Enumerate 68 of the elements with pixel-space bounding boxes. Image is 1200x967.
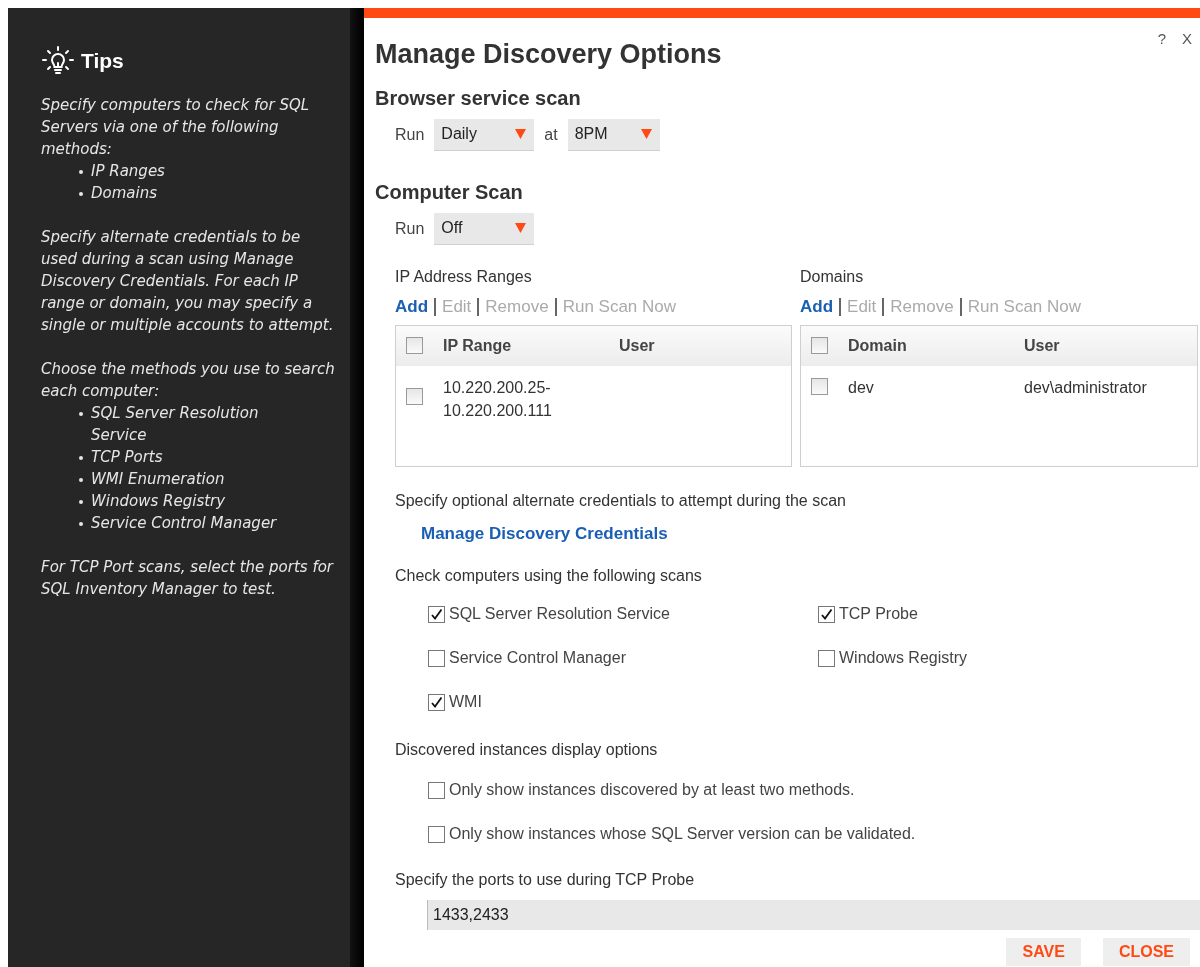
bullet-icon [79,170,83,174]
section-label: Check computers using the following scans [395,566,703,586]
table-cell-text: dev\administrator [1024,377,1147,398]
bullet-icon [79,192,83,196]
caret-icon [515,129,527,139]
checkbox[interactable] [811,337,828,354]
checkbox[interactable] [818,649,835,667]
checkbox[interactable] [818,605,835,623]
checkbox-label: SQL Server Resolution Service [449,604,670,624]
tip-bullet: SQL Server Resolution Service [91,403,260,446]
column-header: Domain [848,335,908,356]
action-link[interactable]: Add [395,298,429,315]
section-label: Domains [800,266,865,287]
checkbox[interactable] [428,825,445,843]
tip-bullet: IP Ranges [91,161,165,182]
run-label: Run [395,124,425,145]
checkbox-label: Only show instances discovered by at least two methods. [449,780,855,800]
checkbox[interactable] [811,377,828,395]
tip-bullet: WMI Enumeration [91,469,225,490]
tip-text: For TCP Port scans, select the ports for SQL Inventory Manager to test. [41,557,335,600]
table-cell-text: dev [848,377,875,398]
tip-bullet: Service Control Manager [91,513,277,534]
checkbox[interactable] [428,605,445,623]
help-button[interactable]: ? [1157,28,1166,51]
column-header: User [619,335,655,356]
checkbox-label: WMI [449,692,482,712]
at-label: at [544,124,558,145]
dropdown[interactable]: Daily [434,118,535,151]
checkbox[interactable] [428,649,445,667]
bullet-icon [79,500,83,504]
dropdown[interactable]: Off [434,212,535,245]
bullet-icon [79,522,83,526]
credentials-link[interactable]: Manage Discovery Credentials [421,520,1200,546]
section-label: Specify the ports to use during TCP Probe [395,870,696,890]
caret-icon [640,129,652,139]
tip-bullet: TCP Ports [91,447,163,468]
section-heading: Computer Scan [375,179,524,205]
checkbox-label: Service Control Manager [449,648,626,668]
checkbox[interactable] [406,387,423,405]
run-label: Run [395,218,425,239]
table-cell-text: 10.220.200.25- 10.220.200.111 [443,377,553,421]
tip-text: Specify alternate credentials to be used during a scan using Manage Discovery Credentials. For each IP range or domain, you may specify a single or multiple accounts to attempt. [41,227,335,336]
tip-text: Choose the methods you use to search each computer: [41,359,336,402]
checkbox[interactable] [428,693,445,711]
dropdown[interactable]: 8PM [567,118,660,151]
bullet-icon [79,478,83,482]
bullet-icon [79,412,83,416]
ports-field[interactable]: 1433,2433 [427,900,1200,930]
section-heading: Browser service scan [375,85,582,111]
tip-text: Specify computers to check for SQL Servers via one of the following methods: [41,95,311,160]
column-header: User [1024,335,1060,356]
tips-title: Tips [81,48,124,75]
action-link[interactable]: Add [800,298,834,315]
section-label: Discovered instances display options [395,740,659,760]
checkbox[interactable] [428,781,445,799]
dialog-close-button[interactable]: X [1182,28,1192,51]
bullet-icon [79,456,83,460]
checkbox[interactable] [406,337,423,354]
tip-bullet: Windows Registry [91,491,226,512]
instruction-text: Specify optional alternate credentials to attempt during the scan [395,490,847,511]
tip-bullet: Domains [91,183,158,204]
caret-icon [515,223,527,233]
dialog-title: Manage Discovery Options [375,38,722,71]
checkbox-label: Windows Registry [839,648,968,668]
section-label: IP Address Ranges [395,266,533,287]
checkbox-label: TCP Probe [839,604,918,624]
column-header: IP Range [443,335,513,356]
checkbox-label: Only show instances whose SQL Server version can be validated. [449,824,916,844]
